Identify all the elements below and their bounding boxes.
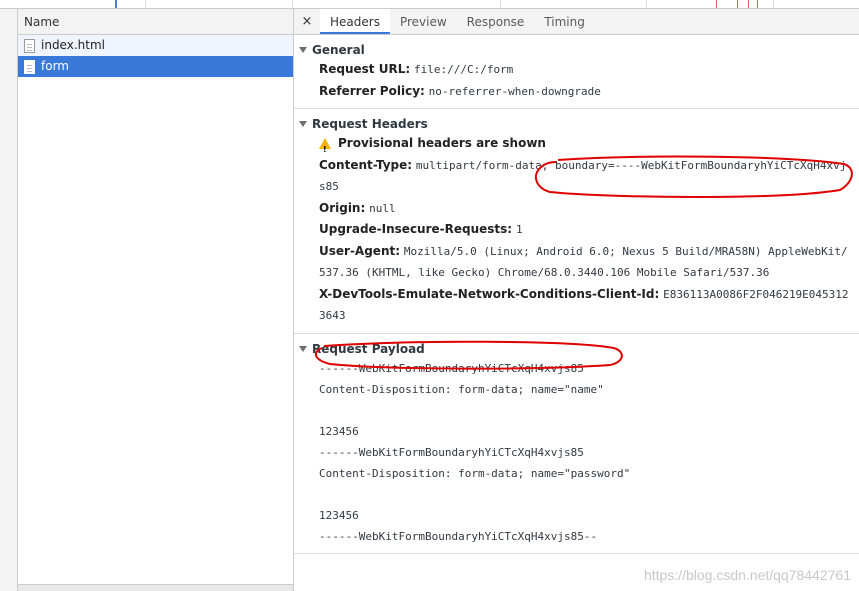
general-section: General Request URL: file:///C:/form Ref… xyxy=(294,35,859,109)
header-row: Upgrade-Insecure-Requests: 1 xyxy=(294,219,859,241)
request-headers-toggle[interactable]: Request Headers xyxy=(294,115,859,133)
triangle-down-icon xyxy=(299,47,307,53)
document-icon xyxy=(24,38,35,53)
timeline-marker-red xyxy=(737,0,738,8)
header-row: Referrer Policy: no-referrer-when-downgr… xyxy=(294,81,859,103)
request-payload-section: Request Payload ------WebKitFormBoundary… xyxy=(294,334,859,554)
payload-line: Content-Disposition: form-data; name="na… xyxy=(319,382,604,396)
timeline-marker-red xyxy=(757,0,758,8)
payload-line xyxy=(294,484,859,505)
request-row-form[interactable]: form xyxy=(18,56,293,77)
header-value: null xyxy=(369,201,396,215)
timeline-gridline xyxy=(500,0,501,8)
provisional-text: Provisional headers are shown xyxy=(338,136,546,150)
header-key: User-Agent: xyxy=(319,243,401,258)
document-icon xyxy=(24,59,35,74)
request-headers-section: Request Headers Provisional headers are … xyxy=(294,109,859,334)
header-value: file:///C:/form xyxy=(413,63,514,76)
triangle-down-icon xyxy=(299,345,307,352)
timeline-gridline xyxy=(773,0,774,8)
name-column-header[interactable]: Name xyxy=(18,9,293,35)
payload-line: 123456 xyxy=(319,424,359,438)
request-name: index.html xyxy=(41,38,105,52)
general-section-toggle[interactable]: General xyxy=(294,41,859,59)
request-row-index-html[interactable]: index.html xyxy=(18,35,293,56)
header-key: Referrer Policy: xyxy=(319,83,425,98)
header-key: X-DevTools-Emulate-Network-Conditions-Cl… xyxy=(319,286,660,301)
timeline-overview xyxy=(0,0,859,9)
left-gutter xyxy=(0,9,18,591)
payload-line: ------WebKitFormBoundaryhYiCTcXqH4xvjs85… xyxy=(319,529,598,543)
timeline-gridline xyxy=(145,0,146,8)
header-key: Content-Type: xyxy=(319,157,413,172)
header-row: User-Agent: Mozilla/5.0 (Linux; Android … xyxy=(294,241,859,284)
tab-preview[interactable]: Preview xyxy=(390,9,457,34)
header-row: X-DevTools-Emulate-Network-Conditions-Cl… xyxy=(294,284,859,327)
provisional-warning: Provisional headers are shown xyxy=(294,133,859,161)
payload-line: ------WebKitFormBoundaryhYiCTcXqH4xvjs85 xyxy=(319,361,584,375)
timeline-gridline xyxy=(292,0,293,8)
payload-line: Content-Disposition: form-data; name="pa… xyxy=(319,466,631,480)
payload-line xyxy=(294,400,859,421)
header-value: no-referrer-when-downgrade xyxy=(428,84,601,98)
request-name: form xyxy=(41,59,69,73)
header-row: Content-Type: multipart/form-data; bound… xyxy=(294,155,859,198)
close-icon[interactable]: × xyxy=(294,9,320,34)
header-row: Origin: null xyxy=(294,198,859,220)
payload-line: 123456 xyxy=(319,508,359,522)
request-list-footer xyxy=(18,584,293,591)
tab-response[interactable]: Response xyxy=(457,9,535,34)
timeline-marker-red xyxy=(716,0,717,8)
header-row: Request URL: file:///C:/form xyxy=(294,59,859,81)
header-value: 1 xyxy=(515,223,523,236)
section-title: Request Headers xyxy=(312,117,428,131)
watermark: https://blog.csdn.net/qq78442761 xyxy=(643,567,851,583)
header-key: Origin: xyxy=(319,200,366,215)
section-title: Request Payload xyxy=(312,341,425,356)
warning-icon xyxy=(319,138,331,161)
request-payload-toggle[interactable]: Request Payload xyxy=(294,340,859,358)
tab-headers[interactable]: Headers xyxy=(320,9,390,34)
timeline-gridline xyxy=(646,0,647,8)
details-tabbar: × Headers Preview Response Timing xyxy=(294,9,859,35)
header-key: Request URL: xyxy=(319,62,411,76)
request-list: Name index.html form xyxy=(18,9,294,591)
request-details-panel: × Headers Preview Response Timing Genera… xyxy=(294,9,859,591)
header-key: Upgrade-Insecure-Requests: xyxy=(319,222,513,236)
timeline-marker-blue xyxy=(115,0,117,8)
triangle-down-icon xyxy=(299,121,307,127)
timeline-marker-red xyxy=(748,0,749,8)
payload-line: ------WebKitFormBoundaryhYiCTcXqH4xvjs85 xyxy=(319,445,584,459)
section-title: General xyxy=(312,43,365,57)
tab-timing[interactable]: Timing xyxy=(534,9,595,34)
